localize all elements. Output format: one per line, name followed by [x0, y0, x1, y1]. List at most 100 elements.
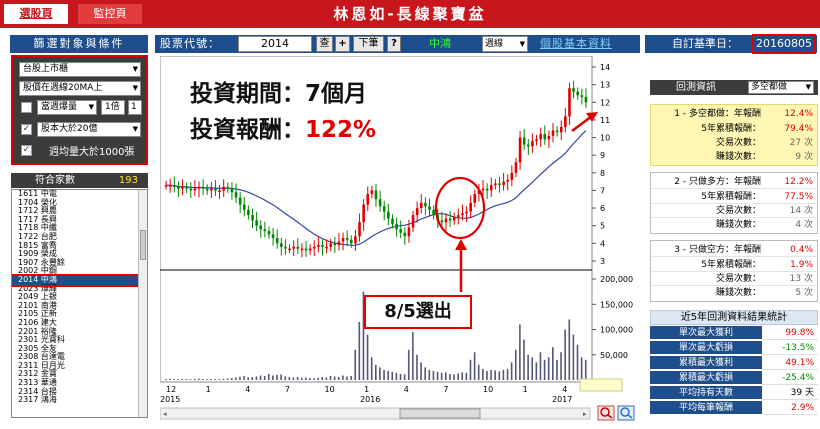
- cumulative-return-label: 5年累積報酬：: [701, 124, 761, 134]
- stock-info-link[interactable]: 個股基本資料: [540, 35, 635, 53]
- cumulative-return-label: 5年累積報酬：: [701, 192, 761, 202]
- volume-bar: [350, 375, 352, 380]
- volume-bar: [457, 373, 459, 380]
- tab-monitor[interactable]: 監控頁: [78, 4, 142, 24]
- candle-body: [168, 185, 172, 187]
- trade-count: 27 次: [789, 138, 813, 148]
- volume-bar: [197, 378, 200, 380]
- capital-checkbox[interactable]: ✓: [21, 124, 32, 135]
- backtest-mode-select[interactable]: 多空都做 ▼: [748, 81, 814, 94]
- candle-body: [518, 137, 522, 163]
- x-tick-label: 12: [166, 385, 176, 394]
- volume-bar: [313, 378, 315, 380]
- volume-tick-label: 100,000: [600, 326, 633, 335]
- x-tick-label: 4: [562, 385, 567, 394]
- candle-body: [411, 215, 415, 228]
- cumulative-return: 77.5%: [784, 192, 813, 202]
- volume-bar: [560, 352, 562, 380]
- win-count-label: 賺錢次數：: [715, 152, 761, 162]
- help-button[interactable]: ?: [387, 36, 401, 52]
- trade-count: 14 次: [789, 206, 813, 216]
- volume-bar: [568, 319, 571, 380]
- x-tick-label: 1: [206, 385, 211, 394]
- zoom-in-icon[interactable]: [597, 405, 615, 421]
- stock-code-input[interactable]: 2014: [238, 36, 312, 52]
- volume-bar: [185, 379, 188, 380]
- candle-body: [275, 238, 279, 244]
- avg-volume-checkbox[interactable]: ✓: [21, 145, 32, 156]
- candle-body: [403, 232, 407, 237]
- market-select[interactable]: 台股上市櫃 ▼: [19, 62, 141, 77]
- candle-body: [242, 204, 246, 210]
- volume-bar: [473, 352, 476, 380]
- volume-bar: [523, 339, 525, 380]
- volume-multiplier-select[interactable]: 1倍: [101, 100, 125, 115]
- chart-scrollbar[interactable]: [159, 407, 591, 420]
- candle-body: [325, 246, 328, 249]
- volume-bar: [379, 367, 381, 380]
- candle-body: [300, 248, 304, 251]
- zoom-out-icon[interactable]: [617, 405, 635, 421]
- volume-bar: [181, 378, 184, 380]
- volume-checkbox[interactable]: [21, 102, 32, 113]
- volume-bar: [288, 376, 291, 380]
- candle-body: [539, 134, 542, 140]
- volume-bar: [498, 371, 501, 380]
- candle-body: [267, 230, 271, 235]
- chart-scrollbar-thumb[interactable]: [399, 408, 481, 419]
- volume-bar: [272, 375, 274, 380]
- price-tick-label: 11: [600, 116, 610, 125]
- next-button[interactable]: 下筆: [353, 36, 384, 52]
- candle-body: [551, 130, 555, 136]
- stats-label: 累積最大獲利: [650, 356, 762, 370]
- stock-list[interactable]: 1611 中電 1704 榮化 1712 興農 1717 長興 1718 中纖 1722 …: [11, 189, 148, 418]
- volume-bar: [514, 349, 517, 380]
- scrollbar-thumb[interactable]: [140, 230, 146, 260]
- stats-row: 平均每筆報酬 2.9%: [650, 401, 818, 415]
- volume-extra-select[interactable]: 1: [128, 100, 142, 115]
- candle-body: [494, 183, 497, 186]
- chevron-down-icon: ▼: [88, 103, 94, 111]
- volume-bar: [247, 377, 249, 380]
- app-title: 林恩如-長線聚寶盆: [333, 5, 487, 23]
- candle-body: [312, 246, 316, 249]
- candle-body: [432, 209, 435, 216]
- ma-condition-select[interactable]: 股價在週線20MA上 ▼: [19, 81, 141, 96]
- price-tick-label: 5: [600, 222, 605, 231]
- candle-body: [350, 239, 353, 244]
- candle-body: [481, 188, 485, 191]
- volume-tick-label: 150,000: [600, 300, 633, 309]
- candle-body: [415, 208, 419, 216]
- stats-value: -25.4%: [762, 371, 818, 385]
- volume-bar: [477, 364, 480, 380]
- trade-count-label: 交易次數：: [715, 138, 761, 148]
- query-button[interactable]: 查: [316, 36, 333, 52]
- volume-bar: [564, 329, 566, 380]
- candle-body: [172, 185, 176, 187]
- x-tick-label: 4: [245, 385, 250, 394]
- candle-body: [222, 186, 225, 191]
- candle-body: [226, 186, 230, 189]
- volume-select[interactable]: 當週爆量 ▼: [37, 100, 97, 115]
- volume-bar: [494, 370, 496, 380]
- stock-list-item[interactable]: 2317 鴻海: [12, 396, 147, 405]
- add-button[interactable]: +: [335, 36, 350, 52]
- candle-body: [218, 190, 221, 192]
- candle-body: [345, 238, 349, 240]
- volume-bar: [375, 364, 377, 380]
- candle-body: [419, 202, 423, 209]
- period-select[interactable]: 週線 ▼: [482, 36, 528, 52]
- capital-select[interactable]: 股本大於20億 ▼: [37, 122, 141, 137]
- candle-body: [428, 206, 431, 210]
- annual-return: 0.4%: [790, 245, 813, 255]
- scroll-left-icon[interactable]: ◂: [163, 410, 167, 418]
- group-title: 3 - 只做空方：年報酬: [674, 245, 761, 255]
- scroll-right-icon[interactable]: ▸: [583, 410, 587, 418]
- tab-stock-picker[interactable]: 選股頁: [4, 4, 68, 24]
- candle-body: [164, 185, 168, 187]
- candle-body: [193, 188, 197, 191]
- x-tick-label: 4: [404, 385, 409, 394]
- base-date-input[interactable]: 20160805: [752, 34, 816, 54]
- candle-body: [547, 135, 551, 140]
- list-scrollbar[interactable]: [138, 190, 147, 417]
